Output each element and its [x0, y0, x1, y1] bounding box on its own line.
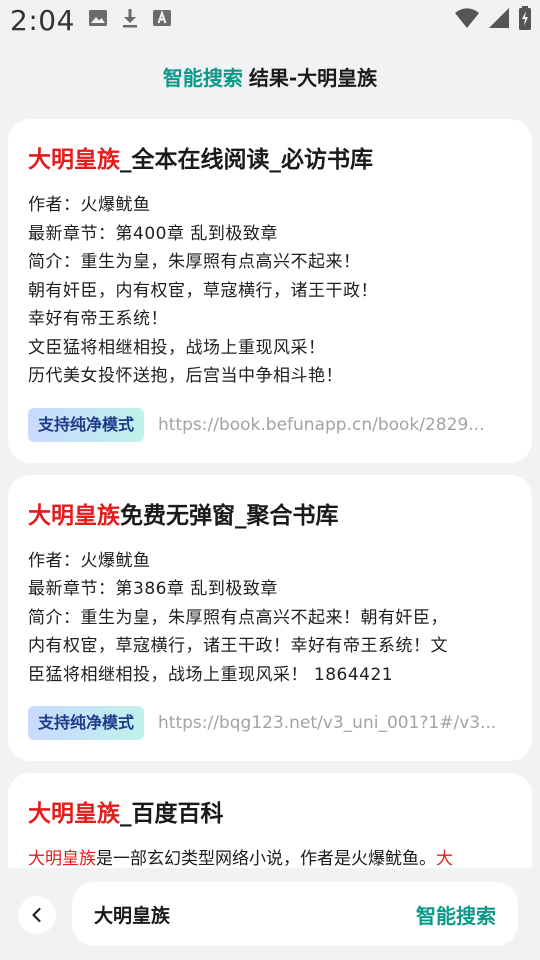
status-time: 2:04	[10, 4, 75, 37]
result-card[interactable]: 大明皇族_全本在线阅读_必访书库 作者：火爆鱿鱼 最新章节：第400章 乱到极致…	[8, 119, 532, 463]
smart-search-button[interactable]: 智能搜索	[416, 900, 496, 929]
result-title-rest: 免费无弹窗_聚合书库	[120, 502, 339, 529]
result-line: 幸好有帝王系统！	[28, 309, 168, 329]
search-input[interactable]: 大明皇族	[94, 901, 416, 928]
brand-label: 智能搜索	[162, 66, 243, 90]
bottom-search-bar: 大明皇族 智能搜索	[0, 868, 540, 960]
pure-mode-badge[interactable]: 支持纯净模式	[28, 407, 145, 442]
title-text: 结果-大明皇族	[248, 66, 378, 90]
result-line: 最新章节：第386章 乱到极致章	[28, 579, 278, 599]
result-line: 文臣猛将相继相投，战场上重现风采！	[28, 337, 326, 358]
status-notification-icons	[88, 8, 172, 28]
result-title[interactable]: 大明皇族免费无弹窗_聚合书库	[28, 499, 510, 533]
result-line: 臣猛将相继相投，战场上重现风采！ 1864421	[28, 664, 394, 685]
result-title[interactable]: 大明皇族_百度百科	[28, 797, 510, 831]
page-title: 智能搜索 结果-大明皇族	[0, 62, 540, 91]
result-line: 朝有奸臣，内有权宦，草寇横行，诸王干政！	[28, 280, 378, 301]
status-bar: 2:04	[0, 0, 540, 44]
font-icon	[153, 9, 171, 26]
chevron-left-icon	[32, 907, 41, 923]
result-line: 内有权宦，草寇横行，诸王干政！幸好有帝王系统！文	[28, 636, 448, 656]
signal-icon	[489, 8, 509, 28]
result-title-highlight: 大明皇族	[28, 147, 120, 173]
result-title-rest: _百度百科	[120, 801, 224, 827]
result-line: 最新章节：第400章 乱到极致章	[28, 223, 278, 244]
result-description: 作者：火爆鱿鱼 最新章节：第400章 乱到极致章 简介：重生为皇，朱厚照有点高兴…	[28, 191, 510, 391]
result-title-rest: _全本在线阅读_必访书库	[120, 147, 373, 173]
snippet-text: 是一部玄幻类型网络小说，作者是火爆鱿鱼。	[96, 849, 436, 869]
result-url[interactable]: https://book.befunapp.cn/book/2829...	[158, 415, 484, 435]
result-title[interactable]: 大明皇族_全本在线阅读_必访书库	[28, 143, 510, 177]
result-footer: 支持纯净模式 https://book.befunapp.cn/book/282…	[28, 407, 510, 443]
image-icon	[89, 10, 107, 26]
pure-mode-badge[interactable]: 支持纯净模式	[28, 706, 145, 740]
result-list: 大明皇族_全本在线阅读_必访书库 作者：火爆鱿鱼 最新章节：第400章 乱到极致…	[8, 119, 532, 945]
download-icon	[123, 9, 137, 28]
result-line: 简介：重生为皇，朱厚照有点高兴不起来！	[28, 252, 361, 272]
result-description: 作者：火爆鱿鱼 最新章节：第386章 乱到极致章 简介：重生为皇，朱厚照有点高兴…	[28, 547, 510, 690]
result-line: 历代美女投怀送抱，后宫当中争相斗艳！	[28, 366, 343, 386]
battery-charging-icon	[519, 6, 531, 30]
result-card[interactable]: 大明皇族免费无弹窗_聚合书库 作者：火爆鱿鱼 最新章节：第386章 乱到极致章 …	[8, 474, 532, 761]
snippet-highlight: 大明皇族	[28, 849, 96, 869]
result-line: 作者：火爆鱿鱼	[28, 550, 151, 571]
status-system-icons	[454, 6, 532, 30]
wifi-icon	[455, 8, 479, 28]
result-url[interactable]: https://bqg123.net/v3_uni_001?1#/v3...	[158, 713, 496, 733]
result-title-highlight: 大明皇族	[28, 502, 120, 529]
snippet-tail: 大	[436, 849, 453, 869]
result-footer: 支持纯净模式 https://bqg123.net/v3_uni_001?1#/…	[28, 705, 510, 741]
back-button[interactable]	[18, 896, 56, 934]
result-line: 简介：重生为皇，朱厚照有点高兴不起来！朝有奸臣，	[28, 607, 448, 628]
result-line: 作者：火爆鱿鱼	[28, 195, 151, 215]
search-box[interactable]: 大明皇族 智能搜索	[72, 882, 518, 946]
result-title-highlight: 大明皇族	[28, 801, 120, 827]
